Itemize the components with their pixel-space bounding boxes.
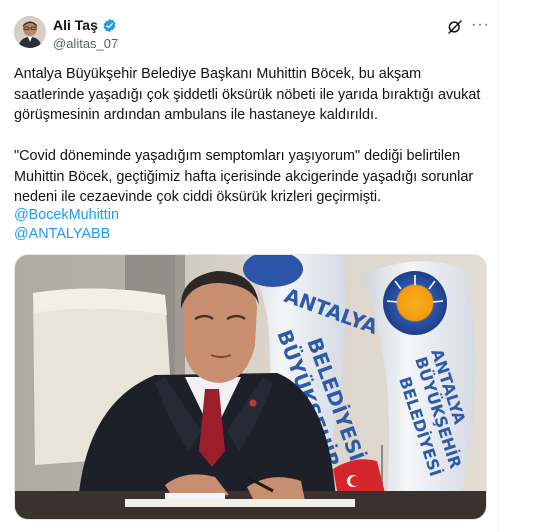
- avatar[interactable]: [14, 16, 46, 48]
- tweet-text-paragraph-2: "Covid döneminde yaşadığım semptomları y…: [14, 148, 474, 205]
- author-row: Ali Taş: [53, 17, 117, 33]
- grok-icon[interactable]: [446, 18, 464, 36]
- author-handle[interactable]: @alitas_07: [53, 36, 118, 51]
- tweet-text-paragraph-1: Antalya Büyükşehir Belediye Başkanı Muhi…: [14, 66, 481, 123]
- tweet-card: Ali Taş @alitas_07 ··· Antalya Büyükşehi…: [0, 0, 499, 532]
- photo-image: ANTALYA BÜYÜKŞEHİR BELEDİYESİ ANTALYA BÜ…: [15, 255, 486, 519]
- mention-link-bocekmuhittin[interactable]: @BocekMuhittin: [14, 207, 119, 223]
- verified-badge-icon: [103, 18, 116, 32]
- mention-link-antalyabb[interactable]: @ANTALYABB: [14, 226, 110, 242]
- tweet-media-photo[interactable]: ANTALYA BÜYÜKŞEHİR BELEDİYESİ ANTALYA BÜ…: [14, 254, 487, 520]
- avatar-image: [14, 16, 46, 48]
- more-icon[interactable]: ···: [471, 16, 490, 34]
- author-name[interactable]: Ali Taş: [53, 17, 98, 33]
